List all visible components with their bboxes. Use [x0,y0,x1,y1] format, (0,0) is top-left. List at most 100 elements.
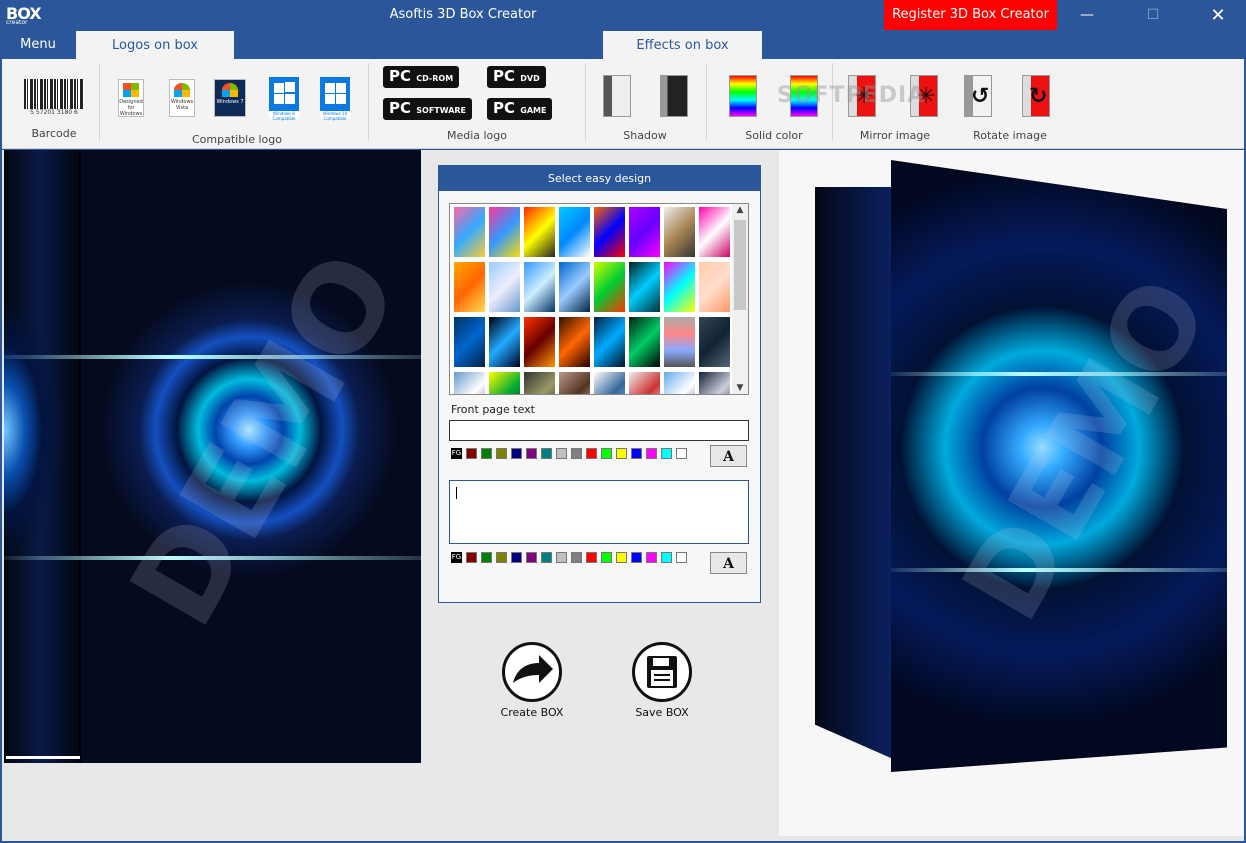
color-swatch[interactable] [526,448,537,459]
design-thumbnail-grid[interactable]: ▲ ▼ [449,203,749,395]
design-thumbnail[interactable] [664,207,695,257]
design-thumbnail[interactable] [524,262,555,312]
color-swatch[interactable] [661,552,672,563]
rotate-left-icon[interactable]: ↺ [964,75,992,117]
windows-8-logo-icon[interactable]: Windows 8 Compatible [269,77,299,121]
scrollbar-thumb[interactable] [734,220,746,310]
design-thumbnail[interactable] [699,262,730,312]
design-thumbnail[interactable] [559,372,590,394]
cover-flat-preview[interactable]: DEMO [4,150,421,763]
design-thumbnail[interactable] [699,317,730,367]
windows-xp-logo-icon[interactable]: Designed for Windows XP [118,79,144,117]
windows-vista-logo-icon[interactable]: Windows Vista [169,79,195,117]
fg-toggle[interactable]: FG [451,552,462,563]
color-swatch[interactable] [676,448,687,459]
design-thumbnail[interactable] [629,262,660,312]
design-thumbnail[interactable] [524,372,555,394]
color-swatch[interactable] [481,448,492,459]
pc-software-logo-icon[interactable]: PC SOFTWARE [383,98,473,120]
color-swatch[interactable] [541,448,552,459]
design-thumbnail[interactable] [489,207,520,257]
color-swatch[interactable] [601,552,612,563]
color-swatch[interactable] [616,552,627,563]
design-thumbnail[interactable] [594,372,625,394]
design-thumbnail[interactable] [594,207,625,257]
color-swatch[interactable] [616,448,627,459]
color-swatch[interactable] [586,448,597,459]
save-box-button[interactable]: Save BOX [617,642,707,719]
scroll-up-icon[interactable]: ▲ [732,205,748,215]
color-swatch[interactable] [631,552,642,563]
color-swatch[interactable] [466,448,477,459]
color-swatch[interactable] [466,552,477,563]
fg-toggle[interactable]: FG [451,448,462,459]
color-swatch[interactable] [511,552,522,563]
design-thumbnail[interactable] [489,262,520,312]
color-swatch[interactable] [541,552,552,563]
design-thumbnail[interactable] [559,207,590,257]
design-thumbnail[interactable] [559,317,590,367]
design-thumbnail[interactable] [524,207,555,257]
design-thumbnail[interactable] [594,317,625,367]
color-swatch[interactable] [556,552,567,563]
rotate-right-icon[interactable]: ↻ [1022,75,1050,117]
maximize-icon[interactable]: ☐ [1130,0,1176,31]
shadow-dark-icon[interactable] [660,75,688,117]
design-thumbnail[interactable] [454,262,485,312]
color-swatch[interactable] [601,448,612,459]
close-icon[interactable]: ✕ [1195,0,1241,31]
design-thumbnail[interactable] [629,317,660,367]
design-thumbnail[interactable] [454,372,485,394]
design-thumbnail[interactable] [699,207,730,257]
menu-button[interactable]: Menu [6,37,70,52]
tab-logos-on-box[interactable]: Logos on box [76,31,234,59]
design-thumbnail[interactable] [664,317,695,367]
color-swatch[interactable] [571,552,582,563]
color-swatch[interactable] [631,448,642,459]
front-page-text-input[interactable] [449,420,749,441]
design-thumbnail[interactable] [489,317,520,367]
box-3d-preview[interactable]: DEMO [779,150,1244,836]
color-swatch[interactable] [496,448,507,459]
pc-game-logo-icon[interactable]: PC GAME [487,98,553,120]
color-swatch[interactable] [571,448,582,459]
font-button-bottom[interactable]: A [710,552,747,574]
shadow-light-icon[interactable] [603,75,631,117]
minimize-icon[interactable]: — [1064,0,1110,31]
design-thumbnail[interactable] [594,262,625,312]
windows-7-logo-icon[interactable]: Windows 7 [214,79,246,117]
register-button[interactable]: Register 3D Box Creator [884,0,1057,30]
color-swatch[interactable] [586,552,597,563]
color-swatch[interactable] [661,448,672,459]
font-button-top[interactable]: A [710,445,747,467]
pc-cdrom-logo-icon[interactable]: PC CD-ROM [383,66,460,88]
thumbnail-scrollbar[interactable]: ▲ ▼ [732,204,748,394]
pc-dvd-logo-icon[interactable]: PC DVD [487,66,546,88]
color-swatch[interactable] [676,552,687,563]
design-thumbnail[interactable] [454,317,485,367]
windows-10-logo-icon[interactable]: Windows 10 Compatible [320,77,350,121]
color-swatch[interactable] [496,552,507,563]
color-swatch[interactable] [511,448,522,459]
rotate-image-label: Rotate image [973,129,1047,142]
design-thumbnail[interactable] [699,372,730,394]
tab-effects-on-box[interactable]: Effects on box [603,31,762,59]
design-thumbnail[interactable] [559,262,590,312]
scroll-down-icon[interactable]: ▼ [732,383,748,393]
color-swatch[interactable] [556,448,567,459]
create-box-button[interactable]: Create BOX [487,642,577,719]
color-swatch[interactable] [646,552,657,563]
solid-color-icon[interactable] [729,75,757,117]
design-thumbnail[interactable] [664,262,695,312]
color-swatch[interactable] [481,552,492,563]
color-swatch[interactable] [646,448,657,459]
back-text-area[interactable] [449,480,749,544]
design-thumbnail[interactable] [524,317,555,367]
design-thumbnail[interactable] [489,372,520,394]
save-box-label: Save BOX [635,706,689,719]
design-thumbnail[interactable] [629,207,660,257]
design-thumbnail[interactable] [454,207,485,257]
color-swatch[interactable] [526,552,537,563]
design-thumbnail[interactable] [629,372,660,394]
design-thumbnail[interactable] [664,372,695,394]
